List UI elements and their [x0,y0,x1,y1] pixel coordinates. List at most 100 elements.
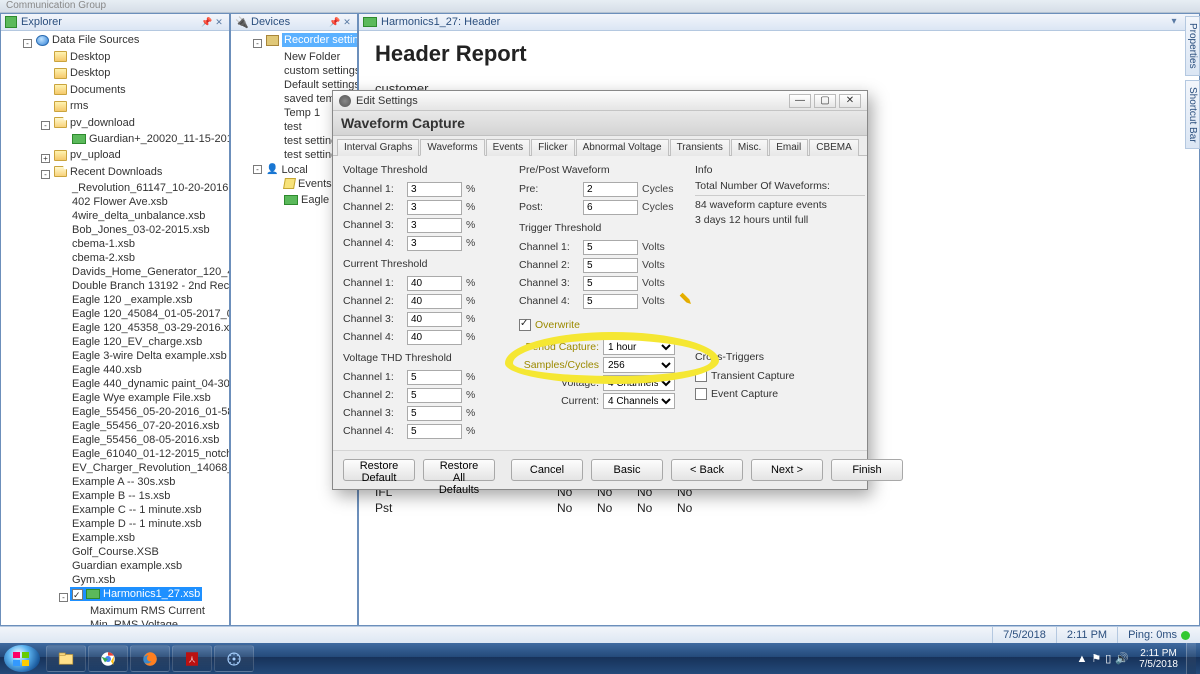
threshold-input[interactable] [407,218,462,233]
tree-leaf[interactable]: Example B -- 1s.xsb [70,489,172,503]
tree-leaf[interactable]: Davids_Home_Generator_120_40199_ [70,265,229,279]
pin-icon[interactable]: 📌 [201,16,213,28]
taskbar-clock[interactable]: 2:11 PM 7/5/2018 [1131,648,1186,670]
threshold-input[interactable] [583,276,638,291]
tree-toggle[interactable]: - [23,39,32,48]
tree-toggle[interactable]: + [41,154,50,163]
basic-button[interactable]: Basic [591,459,663,481]
threshold-input[interactable] [407,276,462,291]
dialog-tab[interactable]: Abnormal Voltage [576,139,669,156]
dock-tab-properties[interactable]: Properties [1185,16,1200,76]
close-button[interactable]: ✕ [839,94,861,108]
tree-leaf[interactable]: Bob_Jones_03-02-2015.xsb [70,223,212,237]
dialog-tab[interactable]: Transients [670,139,730,156]
tray-icons[interactable]: ▲⚑▯🔊 [1075,652,1132,665]
tree-leaf[interactable]: custom settings [282,64,357,78]
tree-item[interactable]: pv_download [52,116,137,130]
dialog-titlebar[interactable]: Edit Settings — ▢ ✕ [333,91,867,111]
tree-item[interactable]: Documents [52,83,128,97]
dialog-tab[interactable]: Waveforms [420,139,484,156]
taskbar-explorer-button[interactable] [46,645,86,672]
event-checkbox[interactable] [695,388,707,400]
explorer-tree[interactable]: -Data File Sources Desktop Desktop Docum… [1,31,229,625]
dialog-tab[interactable]: Email [769,139,808,156]
tree-leaf[interactable]: Temp 1 [282,106,322,120]
tree-leaf[interactable]: Eagle_55456_05-20-2016_01-58-54PM [70,405,229,419]
tree-item[interactable]: Recent Downloads [52,165,164,179]
tree-item[interactable]: Desktop [52,50,112,64]
volume-icon[interactable]: 🔊 [1115,653,1129,665]
taskbar-chrome-button[interactable] [88,645,128,672]
dropdown-icon[interactable]: ▾ [1167,16,1181,28]
tree-leaf[interactable]: Double Branch 13192 - 2nd Recording [70,279,229,293]
tray-up-icon[interactable]: ▲ [1077,653,1088,665]
tree-toggle[interactable]: - [253,39,262,48]
show-desktop-button[interactable] [1186,643,1196,674]
tree-leaf[interactable]: test setting [282,134,339,148]
voltage-select[interactable]: 4 Channels [603,375,675,391]
maximize-button[interactable]: ▢ [814,94,836,108]
close-icon[interactable]: ✕ [213,16,225,28]
finish-button[interactable]: Finish [831,459,903,481]
tree-leaf[interactable]: 4wire_delta_unbalance.xsb [70,209,207,223]
tree-item[interactable]: Recorder settings [264,33,357,47]
pre-input[interactable] [583,182,638,197]
back-button[interactable]: < Back [671,459,743,481]
taskbar-app-button[interactable] [214,645,254,672]
period-capture-select[interactable]: 1 hour [603,339,675,355]
restore-all-defaults-button[interactable]: Restore All Defaults [423,459,495,481]
tree-leaf[interactable]: test [282,120,304,134]
threshold-input[interactable] [407,182,462,197]
threshold-input[interactable] [407,236,462,251]
tree-leaf[interactable]: Example D -- 1 minute.xsb [70,517,204,531]
tree-item[interactable]: 👤Local [264,163,310,177]
tree-leaf[interactable]: Eagle 3-wire Delta example.xsb [70,349,229,363]
threshold-input[interactable] [407,312,462,327]
current-select[interactable]: 4 Channels [603,393,675,409]
threshold-input[interactable] [407,388,462,403]
threshold-input[interactable] [407,370,462,385]
samples-cycles-select[interactable]: 256 [603,357,675,373]
threshold-input[interactable] [407,200,462,215]
threshold-input[interactable] [583,240,638,255]
minimize-button[interactable]: — [789,94,811,108]
restore-default-button[interactable]: Restore Default [343,459,415,481]
tree-leaf-selected[interactable]: Harmonics1_27.xsb [70,587,202,601]
dialog-tab[interactable]: CBEMA [809,139,859,156]
dialog-tab[interactable]: Events [486,139,531,156]
dialog-tab[interactable]: Flicker [531,139,574,156]
dialog-tab[interactable]: Interval Graphs [337,139,419,156]
tree-leaf[interactable]: Min. RMS Voltage [88,618,180,626]
tree-leaf[interactable]: New Folder [282,50,342,64]
tree-item[interactable]: rms [52,99,90,113]
tree-toggle[interactable]: - [41,121,50,130]
tree-item[interactable]: Desktop [52,66,112,80]
tree-leaf[interactable]: Eagle 440.xsb [70,363,144,377]
tree-root[interactable]: Data File Sources [34,33,141,47]
threshold-input[interactable] [407,406,462,421]
threshold-input[interactable] [583,258,638,273]
threshold-input[interactable] [407,330,462,345]
cancel-button[interactable]: Cancel [511,459,583,481]
tree-leaf[interactable]: Maximum RMS Current [88,604,207,618]
tree-item[interactable]: pv_upload [52,148,123,162]
tree-leaf[interactable]: Eagle 120 _example.xsb [70,293,194,307]
close-icon[interactable]: ✕ [341,16,353,28]
document-tab[interactable]: Harmonics1_27: Header [381,16,500,28]
tree-leaf[interactable]: Example.xsb [70,531,137,545]
tree-leaf[interactable]: cbema-2.xsb [70,251,137,265]
tree-leaf[interactable]: 402 Flower Ave.xsb [70,195,170,209]
tree-toggle[interactable]: - [41,170,50,179]
threshold-input[interactable] [583,294,638,309]
tree-leaf[interactable]: _Revolution_61147_10-20-2016.nsf [70,181,229,195]
dialog-tab[interactable]: Misc. [731,139,768,156]
threshold-input[interactable] [407,424,462,439]
tree-leaf[interactable]: Eagle 120_EV_charge.xsb [70,335,204,349]
next-button[interactable]: Next > [751,459,823,481]
tree-leaf[interactable]: EV_Charger_Revolution_14068_10-23- [70,461,229,475]
network-icon[interactable]: ▯ [1105,653,1111,665]
tree-toggle[interactable]: - [253,165,262,174]
tree-leaf[interactable]: Eagle 120_45084_01-05-2017_02-32-2 [70,307,229,321]
tree-leaf[interactable]: Eagle 440_dynamic paint_04-30-2013.x [70,377,229,391]
dock-tab-shortcut[interactable]: Shortcut Bar [1185,80,1200,150]
